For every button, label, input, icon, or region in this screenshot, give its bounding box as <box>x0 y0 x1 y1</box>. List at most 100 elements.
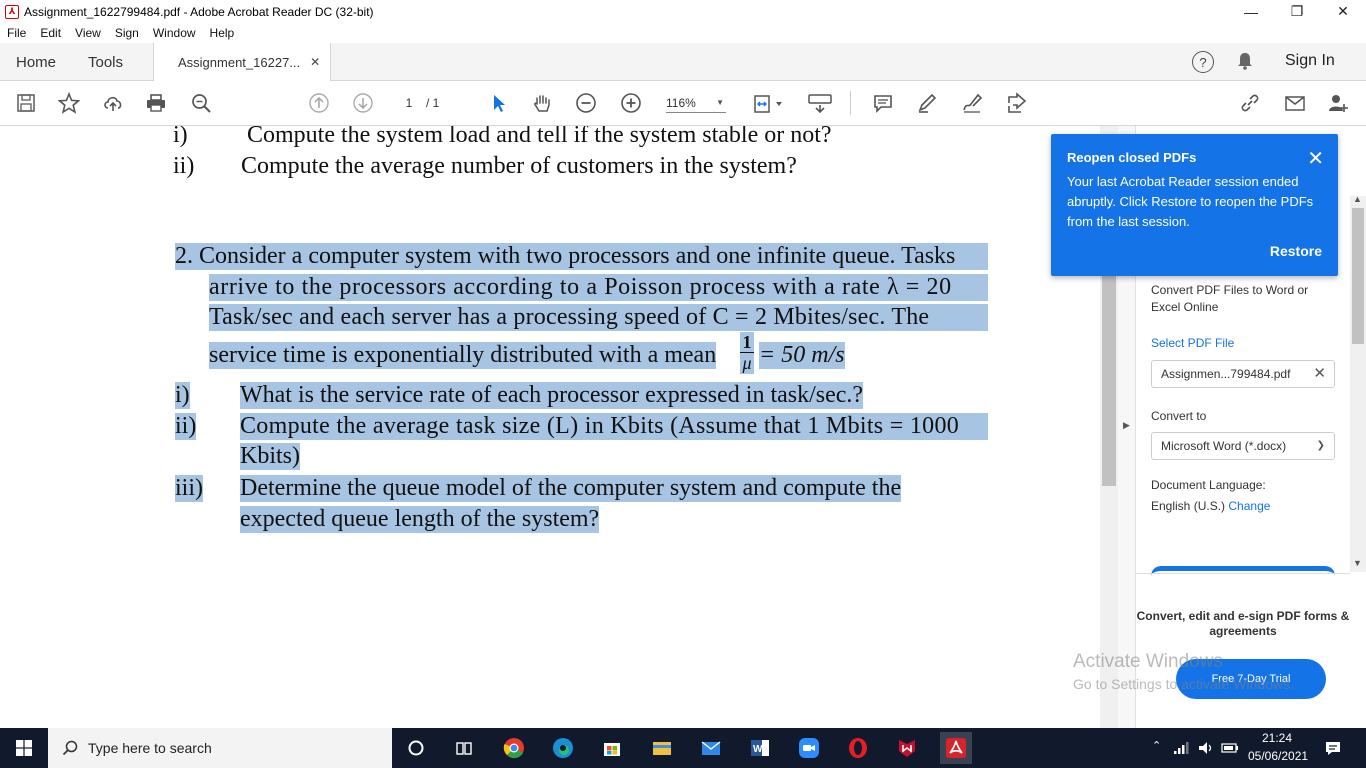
sign-in-button[interactable]: Sign In <box>1285 52 1335 70</box>
zoom-app-icon[interactable] <box>797 736 821 760</box>
q2-i-text: What is the service rate of each process… <box>240 382 864 409</box>
share-send-icon[interactable] <box>1004 92 1028 114</box>
menu-sign[interactable]: Sign <box>115 26 139 40</box>
right-panel-scrollbar-thumb[interactable] <box>1352 208 1364 344</box>
menu-view[interactable]: View <box>75 26 101 40</box>
network-signal-icon[interactable] <box>1172 736 1192 760</box>
right-panel-scrollbar[interactable]: ▲ ▼ <box>1350 194 1366 572</box>
scroll-mode-icon[interactable] <box>806 92 834 114</box>
close-window-button[interactable]: ✕ <box>1320 0 1366 23</box>
q2-iii-text: Determine the queue model of the compute… <box>240 475 902 502</box>
format-select[interactable]: Microsoft Word (*.docx) ❯ <box>1151 432 1335 460</box>
zoom-search-icon[interactable] <box>189 92 213 114</box>
word-icon[interactable]: W <box>748 736 772 760</box>
tab-document[interactable]: Assignment_16227... ✕ <box>153 43 331 81</box>
tab-bar: Home Tools Assignment_16227... ✕ ? Sign … <box>0 43 1366 81</box>
comment-icon[interactable] <box>871 92 895 114</box>
notification-bell-icon[interactable] <box>1236 52 1254 70</box>
notifications-icon[interactable] <box>1321 736 1345 760</box>
email-icon[interactable] <box>1283 92 1307 114</box>
remove-file-icon[interactable]: ✕ <box>1313 361 1326 387</box>
close-notification-icon[interactable]: ✕ <box>1307 146 1324 171</box>
tab-tools[interactable]: Tools <box>88 43 123 81</box>
close-tab-icon[interactable]: ✕ <box>310 55 320 69</box>
highlight-pen-icon[interactable] <box>915 92 939 114</box>
q2-ii-text: Compute the average task size (L) in Kbi… <box>240 413 988 440</box>
help-icon[interactable]: ? <box>1192 51 1214 73</box>
windows-taskbar: Type here to search W ⌃ 21:24 05/06/2021 <box>0 728 1366 768</box>
scroll-down-icon[interactable]: ▼ <box>1353 558 1362 568</box>
menu-help[interactable]: Help <box>210 26 235 40</box>
maximize-button[interactable]: ❐ <box>1274 0 1320 23</box>
upload-cloud-icon[interactable] <box>101 92 125 114</box>
activate-windows-watermark: Activate Windows <box>1073 651 1223 672</box>
sign-icon[interactable] <box>960 92 984 114</box>
scroll-up-icon[interactable]: ▲ <box>1353 194 1362 204</box>
edge-icon[interactable] <box>551 736 575 760</box>
document-language-label: Document Language: <box>1151 478 1266 492</box>
page-number-input[interactable]: 1 <box>398 93 420 113</box>
search-icon <box>62 740 78 756</box>
menu-window[interactable]: Window <box>153 26 196 40</box>
share-link-icon[interactable] <box>1238 92 1262 114</box>
tab-document-label: Assignment_16227... <box>178 54 301 70</box>
chevron-down-icon: ▼ <box>716 98 724 107</box>
opera-icon[interactable] <box>846 736 870 760</box>
tab-home[interactable]: Home <box>16 43 56 81</box>
print-icon[interactable] <box>144 92 168 114</box>
file-explorer-icon[interactable] <box>650 736 674 760</box>
select-cursor-icon[interactable] <box>487 92 511 114</box>
title-bar: ⅄ Assignment_1622799484.pdf - Adobe Acro… <box>0 0 1366 23</box>
chrome-icon[interactable] <box>502 736 526 760</box>
language-value: English (U.S.) <box>1151 499 1226 513</box>
collapse-right-panel-icon[interactable]: ▶ <box>1123 420 1130 431</box>
add-user-icon[interactable] <box>1326 92 1350 114</box>
volume-icon[interactable] <box>1196 736 1216 760</box>
toolbar: 1 / 1 116% ▼ <box>0 81 1366 126</box>
previous-page-icon[interactable] <box>307 92 331 114</box>
pdf-page: i) Compute the system load and tell if t… <box>18 126 1100 728</box>
clock-time[interactable]: 21:24 <box>1248 731 1306 745</box>
menu-file[interactable]: File <box>7 26 26 40</box>
fraction: 1 μ <box>740 332 754 374</box>
mcafee-icon[interactable] <box>895 736 919 760</box>
hand-tool-icon[interactable] <box>530 92 554 114</box>
mail-icon[interactable] <box>699 736 723 760</box>
zoom-in-icon[interactable] <box>619 92 643 114</box>
convert-description: Convert PDF Files to Word or Excel Onlin… <box>1151 283 1309 314</box>
restore-button[interactable]: Restore <box>1270 243 1322 259</box>
q2-line-3: Task/sec and each server has a processin… <box>209 304 988 331</box>
fraction-denominator: μ <box>742 353 752 373</box>
change-language-link[interactable]: Change <box>1228 499 1270 513</box>
q1-i-number: i) <box>173 126 188 148</box>
taskbar-search-box[interactable]: Type here to search <box>48 728 392 768</box>
q2-line-4: service time is exponentially distribute… <box>209 342 717 369</box>
bookmark-star-icon[interactable] <box>57 92 81 114</box>
fraction-numerator: 1 <box>740 332 754 353</box>
fit-page-icon[interactable] <box>752 92 786 114</box>
next-page-icon[interactable] <box>351 92 375 114</box>
microsoft-store-icon[interactable] <box>600 736 624 760</box>
battery-icon[interactable] <box>1220 736 1240 760</box>
toolbar-divider <box>850 91 851 115</box>
windows-start-icon[interactable] <box>0 728 48 768</box>
page-total: / 1 <box>426 96 440 110</box>
tray-overflow-icon[interactable]: ⌃ <box>1152 739 1161 752</box>
minimize-button[interactable]: — <box>1228 0 1274 23</box>
notification-title: Reopen closed PDFs <box>1067 150 1197 165</box>
zoom-level-select[interactable]: 116% ▼ <box>666 93 726 113</box>
cortana-icon[interactable] <box>404 736 428 760</box>
convert-to-label: Convert to <box>1151 409 1207 423</box>
q2-i-number: i) <box>175 382 190 409</box>
q1-ii-text: Compute the average number of customers … <box>241 153 797 179</box>
task-view-icon[interactable] <box>452 736 476 760</box>
selected-file-name: Assignmen...799484.pdf <box>1161 367 1291 381</box>
activate-windows-subtext: Go to Settings to activate Windows. <box>1073 676 1294 692</box>
clock-date[interactable]: 05/06/2021 <box>1248 749 1308 763</box>
menu-edit[interactable]: Edit <box>40 26 61 40</box>
zoom-out-icon[interactable] <box>574 92 598 114</box>
menu-bar: File Edit View Sign Window Help <box>0 23 1366 43</box>
save-icon[interactable] <box>14 92 38 114</box>
select-pdf-file-link[interactable]: Select PDF File <box>1151 335 1234 352</box>
acrobat-taskbar-icon[interactable] <box>940 732 972 764</box>
